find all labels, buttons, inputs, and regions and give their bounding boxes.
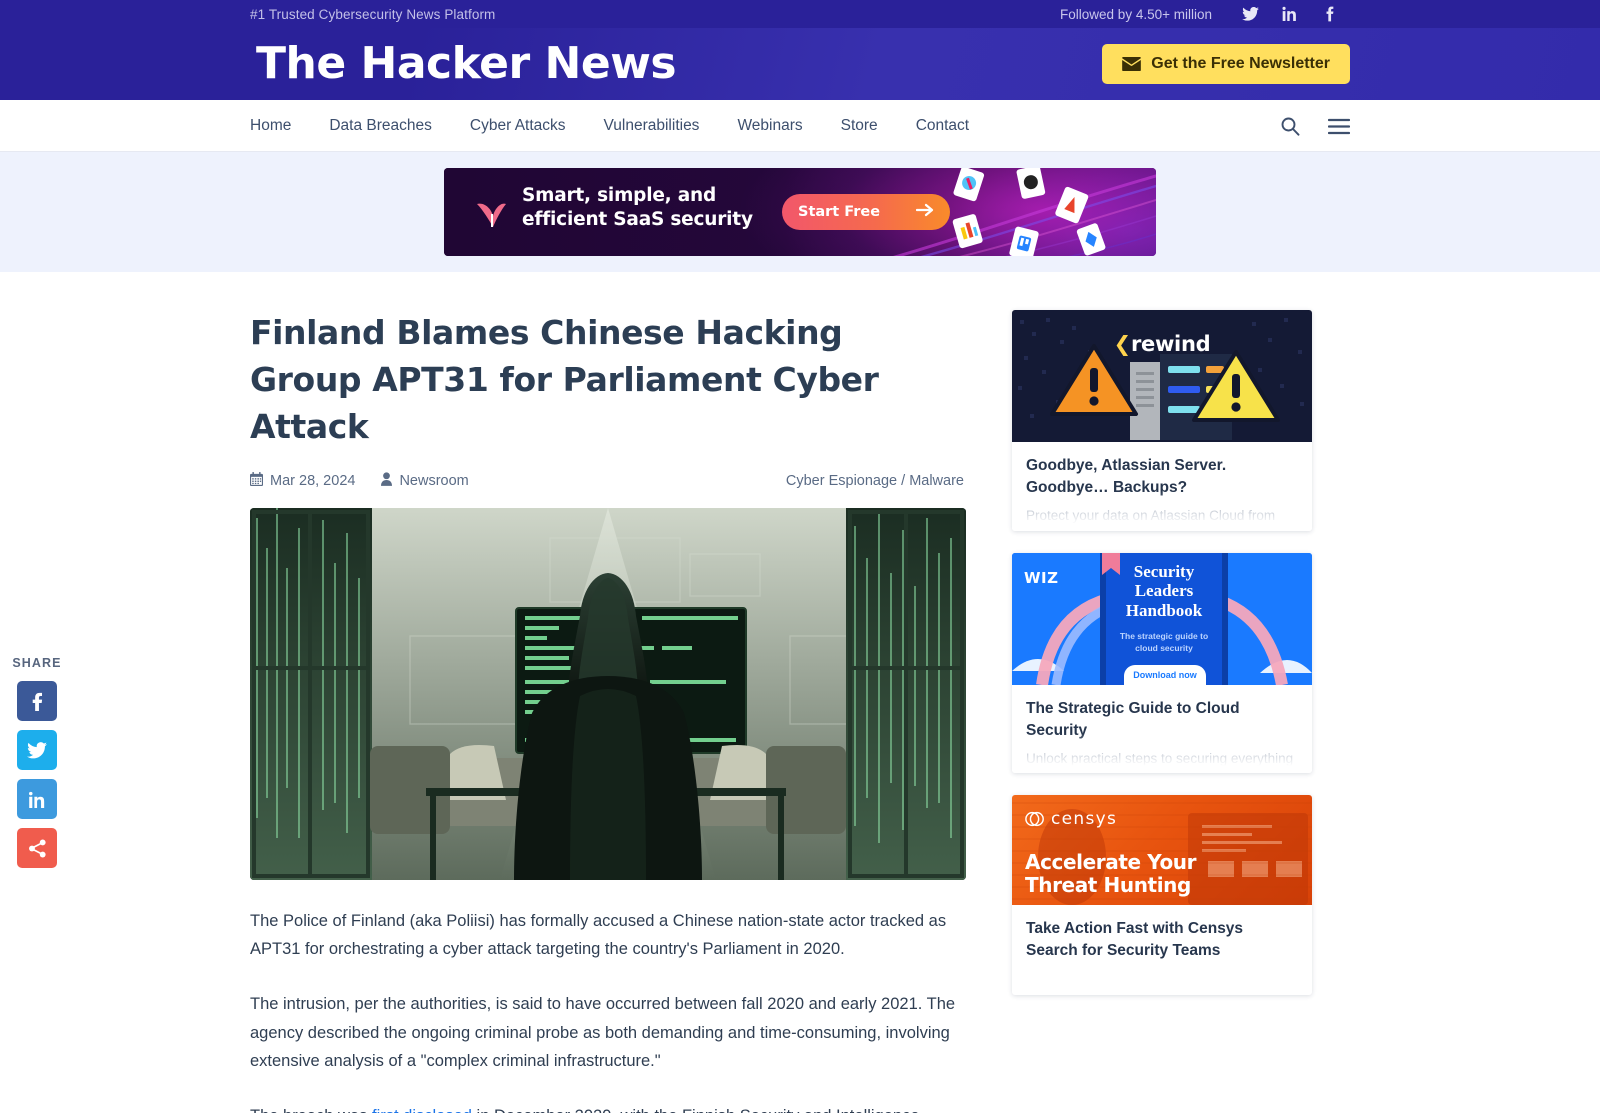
nav-item-webinars[interactable]: Webinars [737, 117, 802, 135]
rewind-card-title: Goodbye, Atlassian Server. Goodbye… Back… [1026, 457, 1227, 496]
nav-item-contact[interactable]: Contact [916, 117, 969, 135]
article-date: Mar 28, 2024 [250, 471, 356, 490]
share-more-button[interactable] [17, 828, 57, 868]
censys-art-line2: Threat Hunting [1025, 873, 1191, 897]
site-logo[interactable]: The Hacker News [250, 42, 677, 86]
wiz-card-image: WIZ Security Leaders Handbook The strate… [1012, 553, 1312, 685]
envelope-icon [1122, 57, 1142, 71]
wiz-book-title-l2: Leaders [1134, 581, 1194, 601]
censys-card-image: censys Accelerate Your Threat Hunting [1012, 795, 1312, 905]
share-facebook-button[interactable] [17, 681, 57, 721]
ad-brand-logo-icon [477, 203, 506, 227]
nav-item-home[interactable]: Home [250, 117, 291, 135]
rewind-brand-logo: ❮rewind [1012, 332, 1312, 356]
ad-headline-line1: Smart, simple, and [522, 185, 717, 206]
article-column: Finland Blames Chinese Hacking Group APT… [250, 310, 990, 1113]
article-paragraph-2: The intrusion, per the authorities, is s… [250, 995, 956, 1071]
hamburger-menu-icon[interactable] [1328, 118, 1350, 135]
nav-item-vulnerabilities[interactable]: Vulnerabilities [604, 117, 700, 135]
censys-brand-name: censys [1051, 809, 1118, 829]
share-rail: SHARE [9, 656, 65, 877]
ad-headline-line2: efficient SaaS security [522, 209, 753, 231]
rewind-card-desc: Protect your data on Atlassian Cloud fro… [1026, 508, 1294, 531]
nav-item-data-breaches[interactable]: Data Breaches [329, 117, 432, 135]
linkedin-icon[interactable] [1270, 5, 1310, 23]
wiz-book-subtitle: The strategic guide to cloud security [1106, 631, 1222, 655]
article-author-text: Newsroom [399, 472, 469, 489]
censys-brand-logo: censys [1025, 809, 1117, 829]
wiz-brand-logo: WIZ [1024, 569, 1059, 587]
wiz-book-title: Security Leaders Handbook [1106, 562, 1222, 620]
sidebar-card-wiz[interactable]: WIZ Security Leaders Handbook The strate… [1012, 553, 1312, 773]
ad-app-tiles-decoration [952, 168, 1106, 256]
censys-card-body: Take Action Fast with Censys Search for … [1012, 905, 1312, 981]
top-bar: #1 Trusted Cybersecurity News Platform F… [0, 0, 1600, 28]
search-icon[interactable] [1280, 116, 1300, 136]
rewind-card-image: ❮rewind [1012, 310, 1312, 442]
masthead: The Hacker News Get the Free Newsletter [0, 28, 1600, 100]
censys-art-line1: Accelerate Your [1025, 850, 1197, 874]
p3-seg1: The breach was [250, 1107, 372, 1113]
ad-cta-label: Start Free [798, 204, 881, 220]
wiz-book-subtitle-l1: The strategic guide to [1119, 631, 1209, 641]
page-body: SHARE Finland Blames Chinese Hacking Gro… [0, 272, 1600, 1113]
rewind-brand-name: rewind [1130, 332, 1211, 356]
link-first-disclosed[interactable]: first disclosed [372, 1107, 472, 1113]
article-paragraph-1: The Police of Finland (aka Poliisi) has … [250, 911, 947, 958]
twitter-icon[interactable] [1230, 5, 1270, 23]
rewind-card-art [1018, 318, 1304, 440]
sidebar-card-censys[interactable]: censys Accelerate Your Threat Hunting Ta… [1012, 795, 1312, 995]
wiz-book-subtitle-l2: cloud security [1135, 642, 1193, 653]
wiz-book-title-l1: Security [1133, 562, 1195, 581]
sidebar-column: ❮rewind Goodbye, Atlassian Server. Goodb… [990, 310, 1324, 1113]
main-navigation: Home Data Breaches Cyber Attacks Vulnera… [0, 100, 1600, 152]
share-linkedin-button[interactable] [17, 779, 57, 819]
wiz-card-desc: Unlock practical steps to securing every… [1026, 751, 1294, 773]
censys-mark-icon [1025, 811, 1044, 827]
wiz-book-title-l3: Handbook [1125, 600, 1203, 620]
site-tagline: #1 Trusted Cybersecurity News Platform [250, 6, 496, 22]
article-category: Cyber Espionage / Malware [785, 472, 964, 489]
newsletter-button[interactable]: Get the Free Newsletter [1102, 44, 1350, 84]
censys-card-title: Take Action Fast with Censys Search for … [1026, 920, 1244, 959]
rewind-card-body: Goodbye, Atlassian Server. Goodbye… Back… [1012, 442, 1312, 531]
article-meta: Mar 28, 2024 Newsroom Cyber Espionage / … [250, 471, 964, 490]
user-icon [381, 471, 393, 490]
nav-item-cyber-attacks[interactable]: Cyber Attacks [470, 117, 566, 135]
sidebar-card-rewind[interactable]: ❮rewind Goodbye, Atlassian Server. Goodb… [1012, 310, 1312, 531]
wiz-card-title: The Strategic Guide to Cloud Security [1026, 700, 1240, 739]
article-date-text: Mar 28, 2024 [270, 472, 356, 489]
share-twitter-button[interactable] [17, 730, 57, 770]
top-ad-strip: Smart, simple, and efficient SaaS securi… [0, 152, 1600, 272]
ad-headline: Smart, simple, and efficient SaaS securi… [522, 184, 753, 233]
article-paragraph-3: The breach was first disclosed in Decemb… [250, 1102, 962, 1113]
censys-card-art-headline: Accelerate Your Threat Hunting [1025, 850, 1197, 897]
page-title: Finland Blames Chinese Hacking Group APT… [250, 313, 879, 446]
follower-count: Followed by 4.50+ million [1060, 6, 1212, 22]
rewind-chevron-icon: ❮ [1113, 332, 1132, 356]
saas-security-ad-banner[interactable]: Smart, simple, and efficient SaaS securi… [444, 168, 1156, 256]
facebook-icon[interactable] [1310, 5, 1350, 23]
wiz-download-now-button[interactable]: Download now [1124, 665, 1206, 685]
newsletter-button-label: Get the Free Newsletter [1151, 55, 1330, 72]
nav-item-store[interactable]: Store [841, 117, 878, 135]
article-hero-image [250, 507, 966, 880]
wiz-card-body: The Strategic Guide to Cloud Security Un… [1012, 685, 1312, 773]
share-label: SHARE [12, 656, 62, 670]
article-author: Newsroom [381, 471, 469, 490]
calendar-icon [250, 471, 263, 490]
hero-illustration [250, 507, 966, 880]
